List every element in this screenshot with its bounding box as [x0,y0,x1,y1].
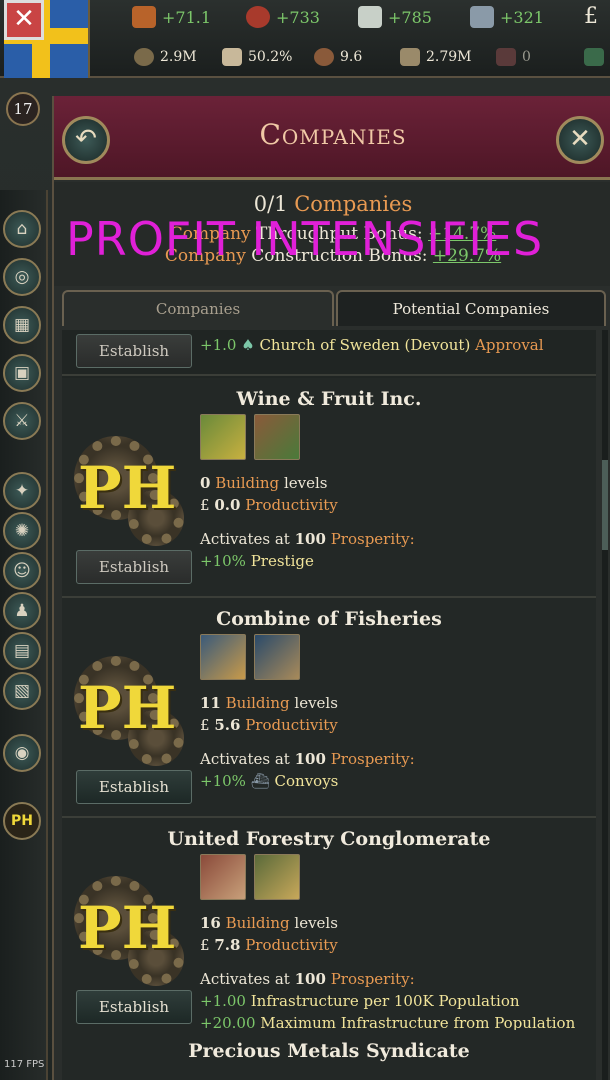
stat-gdp[interactable]: 2.9M [134,48,197,66]
stat-turmoil[interactable]: 0 [496,48,531,66]
ledger-icon[interactable]: ▧ [3,672,41,710]
journal-icon[interactable]: ▤ [3,632,41,670]
stat-navy[interactable]: +321 [470,6,544,28]
tab-companies[interactable]: Companies [62,290,334,326]
flag-badge-icon: ✕ [4,0,44,40]
company-count: 0/1 Companies [253,192,413,216]
company-name: Wine & Fruit Inc. [236,388,422,410]
placeholder-logo-icon: PH [78,894,177,962]
building-levels: 16 Building levels [200,914,338,932]
logging-camp-building-icon[interactable] [200,854,246,900]
company-list[interactable]: Establish +1.0 ♠ Church of Sweden (Devou… [62,330,596,1080]
company-card: United Forestry Conglomerate PH 16 Build… [62,818,596,1038]
stat-population[interactable]: 2.79M [400,48,472,66]
military-icon[interactable]: ⚔ [3,402,41,440]
close-button[interactable]: ✕ [556,116,604,164]
sol-icon [314,48,334,66]
establish-button[interactable]: Establish [76,550,192,584]
government-icon[interactable]: ⌂ [3,210,41,248]
placeholder-logo-icon: PH [78,674,177,742]
company-logo: PH [74,436,186,548]
placeholder-logo-icon: PH [78,454,177,522]
lumber-mill-building-icon[interactable] [254,854,300,900]
culture-icon[interactable]: ☺ [3,552,41,590]
tab-potential-companies[interactable]: Potential Companies [336,290,606,326]
company-card: Wine & Fruit Inc. PH 0 Building levels £… [62,378,596,598]
companies-summary: 0/1 Companies Company Throughput Bonus: … [54,182,610,286]
company-name: Precious Metals Syndicate [188,1040,470,1062]
influence-icon [246,6,270,28]
stat-bureaucracy[interactable]: +785 [358,6,432,28]
building-levels: 11 Building levels [200,694,338,712]
list-item: Establish +1.0 ♠ Church of Sweden (Devou… [62,330,596,376]
vineyard-building-icon[interactable] [200,414,246,460]
activation-condition: Activates at 100 Prosperity: [200,970,415,988]
fist-icon [496,48,516,66]
fps-counter: 117 FPS [4,1059,45,1070]
stat-money[interactable]: £ [584,4,598,29]
companies-panel: ↶ Companies ✕ 0/1 Companies Company Thro… [52,96,610,1080]
diplomacy-icon[interactable]: ✦ [3,472,41,510]
rank-badge[interactable]: 17 [6,92,40,126]
page-title: Companies [259,118,407,151]
productivity: £ 0.0 Productivity [200,496,338,514]
companies-nav-icon[interactable]: PH [3,802,41,840]
stat-extra[interactable] [584,48,604,66]
activation-condition: Activates at 100 Prosperity: [200,750,415,768]
heart-icon [584,48,604,66]
population-icon [400,48,420,66]
building-levels: 0 Building levels [200,474,328,492]
pound-icon: £ [200,716,210,734]
dove-icon [358,6,382,28]
pound-icon: £ [200,496,210,514]
productivity: £ 5.6 Productivity [200,716,338,734]
top-bar: ✕ +71.1 +733 +785 +321 £ 2.9M 50.2% 9.6 … [0,0,610,78]
establish-button[interactable]: Establish [76,990,192,1024]
tab-bar: Companies Potential Companies [62,290,606,328]
budget-icon[interactable]: ◎ [3,258,41,296]
gdp-icon [134,48,154,66]
fishing-wharf-building-icon[interactable] [200,634,246,680]
prosperity-bonus: +1.00 Infrastructure per 100K Population [200,992,520,1010]
technology-icon[interactable]: ✺ [3,512,41,550]
company-logo: PH [74,656,186,768]
stat-influence[interactable]: +733 [246,6,320,28]
politics-icon[interactable]: ♟ [3,592,41,630]
company-name: United Forestry Conglomerate [167,828,491,850]
prosperity-bonus: +10% Prestige [200,552,314,570]
whaling-station-building-icon[interactable] [254,634,300,680]
company-card: Combine of Fisheries PH 11 Building leve… [62,598,596,818]
company-logo: PH [74,876,186,988]
market-icon[interactable]: ▣ [3,354,41,392]
globe-icon[interactable]: ◉ [3,734,41,772]
prosperity-bonus: +10% ⛴ Convoys [200,772,339,790]
construction-bonus: Company Construction Bonus: +29.7% [164,246,502,266]
game-screen: ✕ +71.1 +733 +785 +321 £ 2.9M 50.2% 9.6 … [0,0,610,1080]
pound-icon: £ [584,4,598,29]
stat-authority[interactable]: +71.1 [132,6,211,28]
stat-standard-of-living[interactable]: 9.6 [314,48,362,66]
country-flag[interactable]: ✕ [4,0,90,78]
ship-icon: ⛴ [250,772,270,790]
church-icon: ♠ [241,336,255,354]
industry-icon[interactable]: ▦ [3,306,41,344]
approval-line: +1.0 ♠ Church of Sweden (Devout) Approva… [200,336,544,354]
company-name: Combine of Fisheries [216,608,442,630]
pound-icon: £ [200,936,210,954]
farm-building-icon[interactable] [254,414,300,460]
ship-icon [470,6,494,28]
throughput-bonus: Company Throughput Bonus: +14.7% [169,224,497,244]
scrollbar-thumb[interactable] [602,460,608,550]
panel-header: ↶ Companies ✕ [54,96,610,180]
authority-icon [132,6,156,28]
company-card: Precious Metals Syndicate [62,1030,596,1080]
activation-condition: Activates at 100 Prosperity: [200,530,415,548]
establish-button[interactable]: Establish [76,770,192,804]
establish-button[interactable]: Establish [76,334,192,368]
scrollbar[interactable] [602,330,608,1080]
left-sidebar: ⌂ ◎ ▦ ▣ ⚔ ✦ ✺ ☺ ♟ ▤ ▧ ◉ PH [0,190,48,1080]
productivity: £ 7.8 Productivity [200,936,338,954]
stat-literacy[interactable]: 50.2% [222,48,292,66]
literacy-icon [222,48,242,66]
